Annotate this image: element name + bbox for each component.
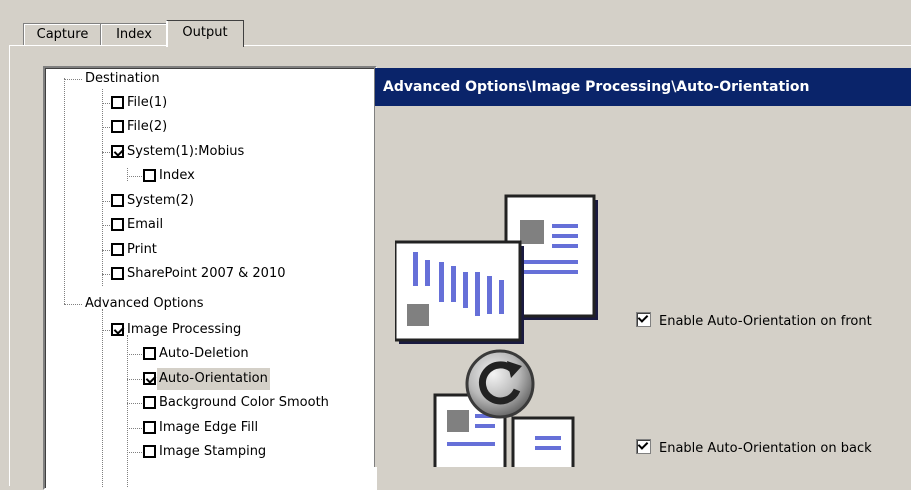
tab-capture[interactable]: Capture <box>23 23 102 46</box>
tab-index[interactable]: Index <box>100 23 168 46</box>
tab-index-label: Index <box>116 27 152 42</box>
tab-capture-label: Capture <box>36 27 89 42</box>
tab-output-label: Output <box>182 25 228 40</box>
tab-output[interactable]: Output <box>166 20 244 47</box>
tab-panel <box>9 45 911 486</box>
